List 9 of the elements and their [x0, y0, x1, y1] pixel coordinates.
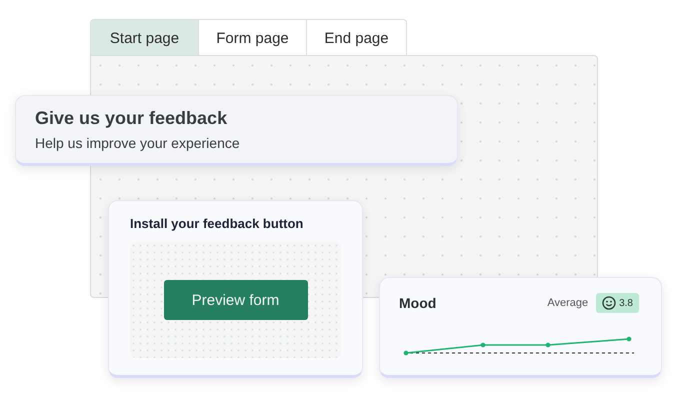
- card-title: Mood: [399, 295, 438, 311]
- card-subtitle: Help us improve your experience: [35, 135, 241, 151]
- card-title: Install your feedback button: [130, 216, 304, 231]
- smiley-icon: [602, 296, 616, 310]
- average-badge: 3.8: [596, 293, 639, 313]
- average-label: Average: [547, 297, 588, 309]
- preview-form-button[interactable]: Preview form: [164, 280, 308, 320]
- page-tab[interactable]: Start page: [91, 20, 199, 56]
- card-title: Give us your feedback: [35, 108, 228, 129]
